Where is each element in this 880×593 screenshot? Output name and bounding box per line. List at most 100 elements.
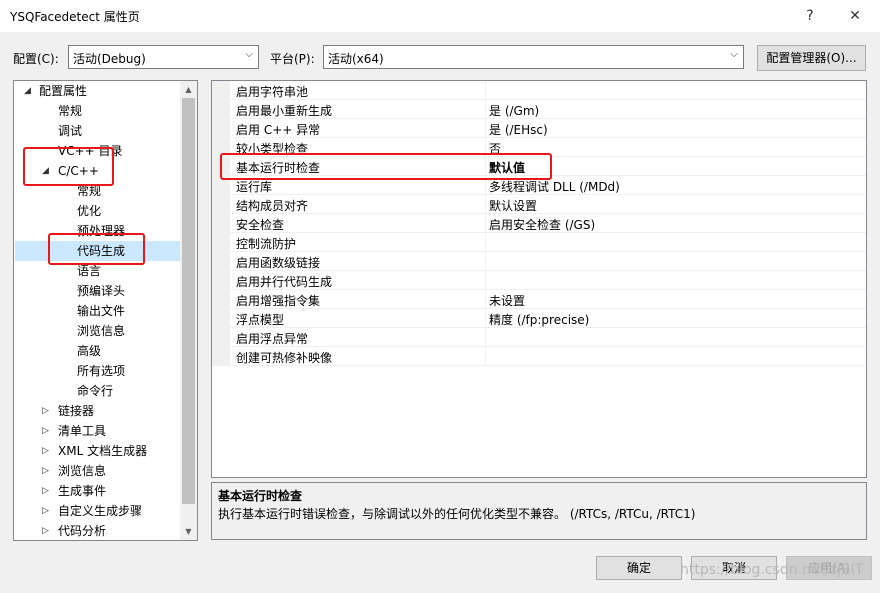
- tree-item[interactable]: ◢ 配置属性: [14, 81, 179, 101]
- column-divider: [485, 233, 486, 252]
- highlight-box-cpp: [23, 147, 114, 186]
- property-row[interactable]: 启用最小重新生成 是 (/Gm): [212, 100, 866, 119]
- platform-label: 平台(P):: [270, 52, 315, 66]
- description-text: 执行基本运行时错误检查，与除调试以外的任何优化类型不兼容。 (/RTCs, /R…: [218, 507, 696, 521]
- scroll-down-icon[interactable]: ▼: [180, 523, 197, 540]
- close-button[interactable]: ✕: [845, 6, 865, 26]
- property-value[interactable]: 启用安全检查 (/GS): [489, 216, 595, 233]
- config-manager-button[interactable]: 配置管理器(O)...: [757, 45, 866, 71]
- help-button[interactable]: ?: [800, 6, 820, 26]
- row-gutter: [212, 119, 230, 138]
- tree-item[interactable]: ▷ XML 文档生成器: [14, 441, 179, 461]
- watermark-text: https://blog.csdn.net/zjBIT: [680, 562, 864, 578]
- tree-item[interactable]: 优化: [14, 201, 179, 221]
- tree-scrollbar[interactable]: ▲ ▼: [180, 81, 197, 540]
- property-row[interactable]: 浮点模型 精度 (/fp:precise): [212, 309, 866, 328]
- expand-arrow-icon[interactable]: ▷: [42, 401, 52, 421]
- tree-item[interactable]: 常规: [14, 101, 179, 121]
- column-divider: [485, 309, 486, 328]
- tree-item[interactable]: 所有选项: [14, 361, 179, 381]
- platform-value: 活动(x64): [328, 52, 384, 66]
- tree-item[interactable]: ▷ 自定义生成步骤: [14, 501, 179, 521]
- property-name: 创建可热修补映像: [236, 351, 333, 365]
- property-name: 启用 C++ 异常: [236, 123, 321, 137]
- ok-button[interactable]: 确定: [596, 556, 682, 580]
- row-gutter: [212, 328, 230, 347]
- tree-item[interactable]: ▷ 浏览信息: [14, 461, 179, 481]
- config-label: 配置(C):: [13, 52, 59, 66]
- column-divider: [485, 328, 486, 347]
- expand-arrow-icon[interactable]: ▷: [42, 501, 52, 521]
- property-value[interactable]: 未设置: [489, 292, 525, 309]
- tree-item-label: 清单工具: [58, 424, 107, 438]
- property-row[interactable]: 启用函数级链接: [212, 252, 866, 271]
- expand-arrow-icon[interactable]: ▷: [42, 441, 52, 461]
- tree-item-label: 高级: [77, 344, 102, 358]
- highlight-box-codegen: [48, 233, 145, 265]
- property-row[interactable]: 启用浮点异常: [212, 328, 866, 347]
- tree-item-label: XML 文档生成器: [58, 444, 148, 458]
- row-gutter: [212, 195, 230, 214]
- property-name: 浮点模型: [236, 313, 285, 327]
- highlight-box-runtime-checks: [220, 153, 552, 180]
- row-gutter: [212, 214, 230, 233]
- description-title: 基本运行时检查: [218, 489, 303, 503]
- tree-item[interactable]: 预编译头: [14, 281, 179, 301]
- property-name: 启用增强指令集: [236, 294, 321, 308]
- property-value[interactable]: 默认设置: [489, 197, 537, 214]
- config-dropdown[interactable]: 活动(Debug) ⌵: [68, 45, 259, 69]
- title-bar[interactable]: YSQFacedetect 属性页 ? ✕: [0, 0, 880, 32]
- scroll-up-icon[interactable]: ▲: [180, 81, 197, 98]
- property-row[interactable]: 安全检查 启用安全检查 (/GS): [212, 214, 866, 233]
- property-row[interactable]: 启用增强指令集 未设置: [212, 290, 866, 309]
- property-name: 结构成员对齐: [236, 199, 309, 213]
- row-gutter: [212, 233, 230, 252]
- column-divider: [485, 214, 486, 233]
- property-row[interactable]: 创建可热修补映像: [212, 347, 866, 366]
- tree-item-label: 配置属性: [39, 84, 88, 98]
- property-row[interactable]: 启用字符串池: [212, 81, 866, 100]
- tree-item[interactable]: ▷ 链接器: [14, 401, 179, 421]
- property-value[interactable]: 是 (/EHsc): [489, 121, 548, 138]
- tree-item[interactable]: ▷ 清单工具: [14, 421, 179, 441]
- property-name: 运行库: [236, 180, 273, 194]
- tree-item[interactable]: 输出文件: [14, 301, 179, 321]
- property-value[interactable]: 精度 (/fp:precise): [489, 311, 589, 328]
- tree-item[interactable]: 浏览信息: [14, 321, 179, 341]
- property-row[interactable]: 启用 C++ 异常 是 (/EHsc): [212, 119, 866, 138]
- row-gutter: [212, 252, 230, 271]
- tree-item-label: 生成事件: [58, 484, 107, 498]
- tree-scroll-thumb[interactable]: [182, 98, 195, 504]
- property-name: 安全检查: [236, 218, 285, 232]
- config-value: 活动(Debug): [73, 52, 146, 66]
- property-name: 启用字符串池: [236, 85, 309, 99]
- expand-arrow-icon[interactable]: ▷: [42, 521, 52, 540]
- row-gutter: [212, 290, 230, 309]
- tree-item-label: 浏览信息: [77, 324, 126, 338]
- column-divider: [485, 195, 486, 214]
- expand-arrow-icon[interactable]: ▷: [42, 421, 52, 441]
- tree-item[interactable]: 命令行: [14, 381, 179, 401]
- property-row[interactable]: 结构成员对齐 默认设置: [212, 195, 866, 214]
- row-gutter: [212, 309, 230, 328]
- tree-item[interactable]: ▷ 生成事件: [14, 481, 179, 501]
- collapse-arrow-icon[interactable]: ◢: [24, 81, 34, 101]
- property-value[interactable]: 多线程调试 DLL (/MDd): [489, 178, 620, 195]
- property-value[interactable]: 是 (/Gm): [489, 102, 539, 119]
- property-row[interactable]: 控制流防护: [212, 233, 866, 252]
- tree-item-label: 调试: [58, 124, 83, 138]
- expand-arrow-icon[interactable]: ▷: [42, 481, 52, 501]
- property-row[interactable]: 启用并行代码生成: [212, 271, 866, 290]
- tree-item-label: 预编译头: [77, 284, 126, 298]
- tree-item-label: 浏览信息: [58, 464, 107, 478]
- platform-dropdown[interactable]: 活动(x64) ⌵: [323, 45, 744, 69]
- column-divider: [485, 81, 486, 100]
- tree-item-label: 链接器: [58, 404, 95, 418]
- tree-item[interactable]: 高级: [14, 341, 179, 361]
- description-panel: 基本运行时检查 执行基本运行时错误检查，与除调试以外的任何优化类型不兼容。 (/…: [211, 482, 867, 540]
- tree-item-label: 输出文件: [77, 304, 126, 318]
- expand-arrow-icon[interactable]: ▷: [42, 461, 52, 481]
- property-grid[interactable]: 启用字符串池 启用最小重新生成是 (/Gm) 启用 C++ 异常是 (/EHsc) 较…: [211, 80, 867, 478]
- tree-item[interactable]: 调试: [14, 121, 179, 141]
- tree-item[interactable]: ▷ 代码分析: [14, 521, 179, 540]
